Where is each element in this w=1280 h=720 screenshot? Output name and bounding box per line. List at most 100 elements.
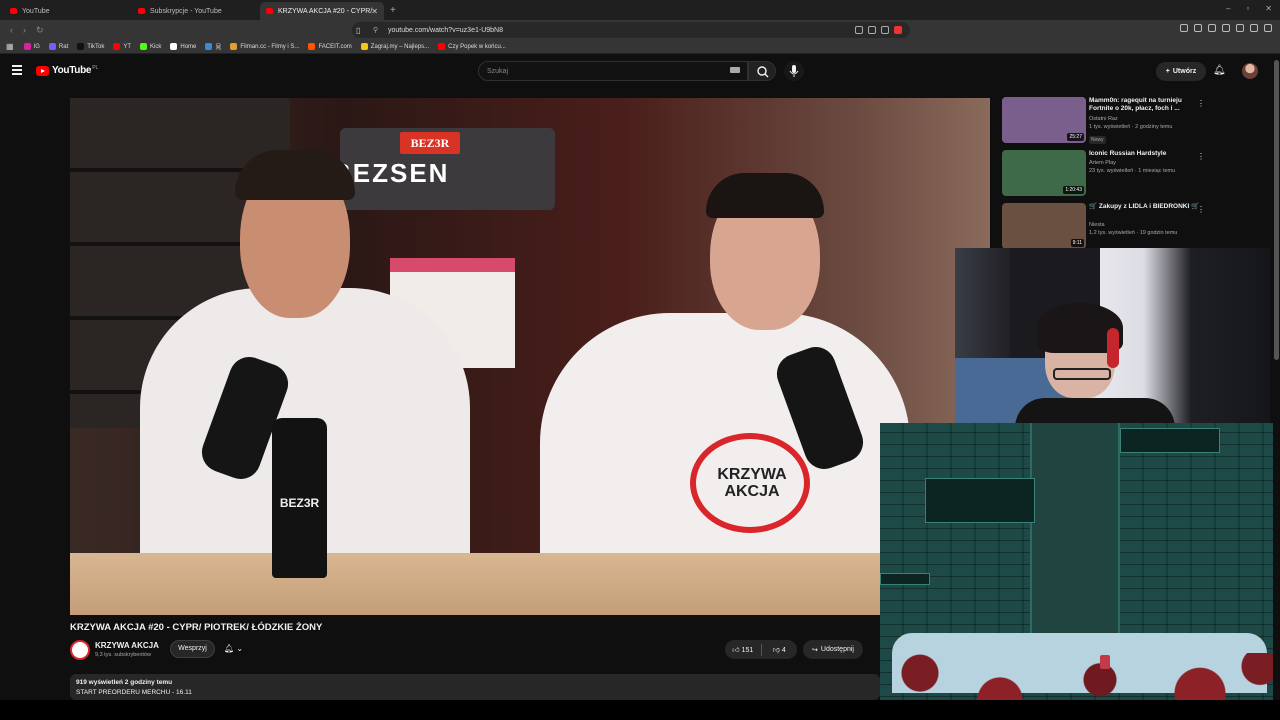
bookmark-item[interactable]: 見: [205, 42, 221, 51]
bookmark-favicon-icon: [77, 43, 85, 50]
brave-shield-icon[interactable]: [894, 26, 902, 34]
recommendation-item[interactable]: 25:27 Mamm0n: ragequit na turnieju Fortni…: [1002, 97, 1214, 144]
search-placeholder: Szukaj: [487, 67, 509, 75]
share-button[interactable]: ↪ Udostępnij: [803, 640, 863, 659]
duration-badge: 9:11: [1070, 239, 1084, 247]
minimize-icon[interactable]: –: [1226, 4, 1230, 13]
extension-icon[interactable]: [1222, 24, 1230, 32]
duration-badge: 1:20:43: [1063, 186, 1084, 194]
video-player[interactable]: BEZ3R BEZSEN KRZYWA AKCJA BEZ3R: [70, 98, 990, 615]
voice-search-button[interactable]: [784, 61, 804, 81]
host-left-hair: [235, 150, 355, 200]
channel-avatar[interactable]: [70, 640, 90, 660]
sign-main-text: BEZSEN: [332, 158, 450, 188]
share-page-icon[interactable]: [868, 26, 876, 34]
forward-icon[interactable]: ›: [23, 25, 26, 35]
recommendation-meta: 23 tys. wyświetleń · 1 miesiąc temu: [1089, 168, 1176, 174]
new-tab-icon[interactable]: +: [390, 2, 396, 20]
extension-icon[interactable]: [1208, 24, 1216, 32]
recommendation-thumbnail[interactable]: 25:27: [1002, 97, 1086, 143]
browser-tab-youtube[interactable]: YouTube: [4, 2, 128, 20]
bookmark-item[interactable]: YT: [113, 43, 131, 50]
tab-label: Subskrypcje - YouTube: [150, 7, 222, 15]
apps-grid-icon[interactable]: ▦: [6, 42, 14, 51]
keyboard-icon[interactable]: [730, 67, 740, 73]
extension-icon[interactable]: [1180, 24, 1188, 32]
recommendation-meta: 1,2 tys. wyświetleń · 19 godzin temu: [1089, 230, 1178, 236]
search-button[interactable]: [748, 61, 776, 81]
account-avatar[interactable]: [1242, 63, 1258, 79]
recommendation-thumbnail[interactable]: 9:11: [1002, 203, 1086, 249]
bookmark-item[interactable]: Home: [170, 43, 196, 50]
bookmark-favicon-icon: [360, 43, 368, 50]
channel-name[interactable]: KRZYWA AKCJA: [95, 641, 159, 650]
notifications-bell-icon[interactable]: 🔔︎: [1213, 65, 1226, 76]
stone-pillar: [1030, 423, 1120, 633]
star-icon[interactable]: [881, 26, 889, 34]
bookmark-item[interactable]: Rat: [48, 43, 69, 50]
bookmark-icon[interactable]: ▯: [356, 26, 360, 35]
page-scrollbar[interactable]: [1273, 56, 1280, 700]
glasses: [1053, 368, 1111, 380]
more-options-icon[interactable]: ⋮: [1197, 205, 1205, 214]
reload-icon[interactable]: ↻: [36, 25, 44, 36]
browser-tab-current-video[interactable]: KRZYWA AKCJA #20 - CYPR/ ✕: [260, 2, 384, 20]
recommendation-item[interactable]: 1:20:43 Iconic Russian Hardstyle Artem Pla…: [1002, 150, 1214, 196]
browser-tab-bar: YouTube Subskrypcje - YouTube KRZYWA AKC…: [0, 0, 1280, 20]
recommendation-title[interactable]: Iconic Russian Hardstyle: [1089, 150, 1201, 158]
bookmark-list: IG Rat TikTok YT Kick Home 見 Filman.cc - Filmy …: [23, 42, 515, 51]
platform: [925, 478, 1035, 523]
sidebar-icon[interactable]: [1236, 24, 1244, 32]
url-field[interactable]: ▯ ⚲ youtube.com/watch?v=uz3e1-U9bN8: [352, 22, 910, 38]
bookmark-label: FACEIT.com: [318, 43, 352, 50]
more-options-icon[interactable]: ⋮: [1197, 99, 1205, 108]
thumbs-up-icon: 👍︎: [732, 647, 740, 654]
back-icon[interactable]: ‹: [10, 25, 13, 35]
site-info-icon[interactable]: ⚲: [373, 26, 378, 34]
menu-icon[interactable]: [1264, 24, 1272, 32]
wallet-icon[interactable]: [1250, 24, 1258, 32]
bookmark-label: 見: [215, 45, 222, 51]
bookmark-item[interactable]: TikTok: [77, 43, 104, 50]
extension-icon[interactable]: [1194, 24, 1202, 32]
bookmark-item[interactable]: Zagraj.my – Najleps...: [360, 43, 429, 50]
webcam-overlay: [955, 248, 1270, 423]
share-label: Udostępnij: [820, 646, 854, 653]
bookmark-label: Rat: [58, 43, 69, 50]
bookmark-label: Filman.cc - Filmy i S...: [240, 43, 300, 50]
browser-tab-subscriptions[interactable]: Subskrypcje - YouTube: [132, 2, 256, 20]
bookmark-label: YT: [123, 43, 132, 50]
create-button[interactable]: + Utwórz: [1156, 62, 1206, 81]
bookmark-item[interactable]: Czy Popek w końcu...: [438, 43, 506, 50]
hamburger-menu-icon[interactable]: [12, 65, 22, 75]
recommendation-title[interactable]: 🛒 Zakupy z LIDLA i BIEDRONKI 🛒: [1089, 203, 1201, 211]
scrollbar-thumb[interactable]: [1274, 60, 1279, 360]
bookmark-favicon-icon: [205, 43, 213, 50]
recommendation-channel[interactable]: Niesta: [1089, 222, 1105, 228]
subscriber-count: 9,3 tys. subskrybentów: [95, 652, 151, 658]
notification-settings-button[interactable]: 🔔︎ ⌄: [222, 640, 256, 658]
cast-icon[interactable]: [855, 26, 863, 34]
description-box[interactable]: 919 wyświetleń 2 godziny temu START PREO…: [70, 674, 880, 700]
youtube-logo[interactable]: YouTube PL: [36, 65, 98, 76]
close-tab-icon[interactable]: ✕: [371, 7, 378, 16]
recommendation-item[interactable]: 9:11 🛒 Zakupy z LIDLA i BIEDRONKI 🛒 Niesta…: [1002, 203, 1214, 249]
video-title: KRZYWA AKCJA #20 - CYPR/ PIOTREK/ ŁÓDZKI…: [70, 622, 323, 633]
more-options-icon[interactable]: ⋮: [1197, 152, 1205, 161]
search-input[interactable]: Szukaj: [478, 61, 748, 81]
like-button[interactable]: 👍︎ 151: [725, 645, 761, 654]
dislike-button[interactable]: 👎︎ 4: [761, 645, 797, 654]
bookmarks-bar: ▦ IG Rat TikTok YT Kick Home 見 Filman.cc - Film…: [0, 40, 1280, 54]
bookmark-item[interactable]: IG: [23, 43, 40, 50]
support-button[interactable]: Wesprzyj: [170, 640, 215, 658]
recommendation-channel[interactable]: Artem Play: [1089, 160, 1116, 166]
recommendation-channel[interactable]: Ostatni Raz: [1089, 116, 1118, 122]
bookmark-item[interactable]: FACEIT.com: [308, 43, 352, 50]
recommendation-thumbnail[interactable]: 1:20:43: [1002, 150, 1086, 196]
bookmark-item[interactable]: Kick: [140, 43, 161, 50]
bookmark-item[interactable]: Filman.cc - Filmy i S...: [230, 43, 299, 50]
dislike-count: 4: [781, 647, 786, 654]
close-window-icon[interactable]: ✕: [1265, 4, 1272, 13]
maximize-icon[interactable]: ▫: [1246, 4, 1249, 13]
recommendation-title[interactable]: Mamm0n: ragequit na turnieju Fortnite o …: [1089, 97, 1201, 113]
